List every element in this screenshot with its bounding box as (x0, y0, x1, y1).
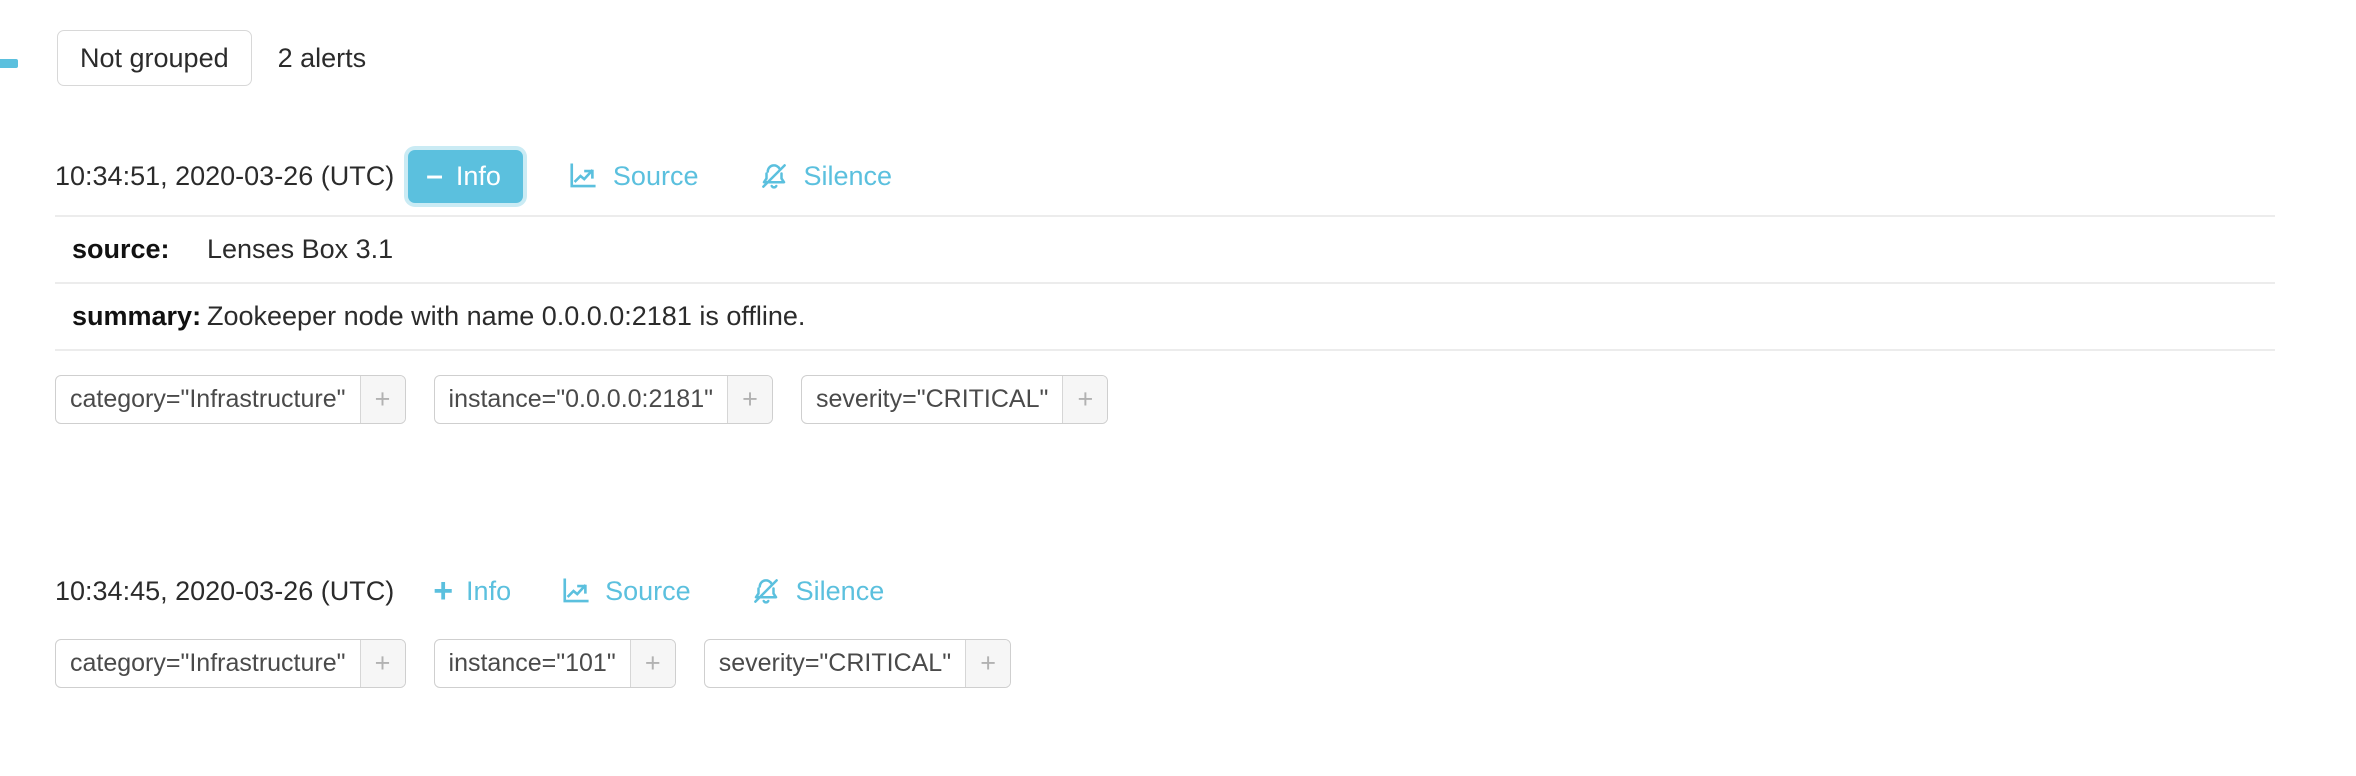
detail-value: Zookeeper node with name 0.0.0.0:2181 is… (207, 301, 806, 331)
detail-value: Lenses Box 3.1 (207, 234, 394, 264)
plus-icon: + (433, 572, 454, 610)
alert-header: 10:34:45, 2020-03-26 (UTC) + Info Source (0, 560, 2356, 622)
add-filter-icon[interactable]: + (1062, 376, 1108, 423)
source-link-label: Source (605, 575, 691, 606)
alert-header: 10:34:51, 2020-03-26 (UTC) – Info Source (0, 145, 2356, 207)
add-filter-icon[interactable]: + (965, 640, 1011, 687)
source-link-label: Source (612, 160, 699, 191)
minus-icon: – (426, 159, 443, 192)
chart-line-icon (560, 576, 591, 607)
label-chip-text: category="Infrastructure" (70, 649, 346, 677)
label-chip[interactable]: severity="CRITICAL" + (703, 639, 1012, 688)
silence-link-label: Silence (795, 575, 885, 606)
alert-item: 10:34:45, 2020-03-26 (UTC) + Info Source (0, 560, 2356, 688)
alert-details-table: source: Lenses Box 3.1 summary: Zookeepe… (55, 215, 2275, 351)
chart-line-icon (568, 161, 599, 192)
detail-key: source: (72, 234, 170, 264)
add-filter-icon[interactable]: + (727, 376, 772, 423)
alerts-page: Not grouped 2 alerts 10:34:51, 2020-03-2… (0, 0, 2356, 776)
alert-timestamp: 10:34:45, 2020-03-26 (UTC) (55, 575, 395, 606)
label-chip-text: instance="0.0.0.0:2181" (448, 385, 713, 413)
info-toggle-button[interactable]: – Info (408, 149, 523, 203)
add-filter-icon[interactable]: + (629, 640, 675, 687)
alert-labels: category="Infrastructure" + instance="0.… (0, 375, 2356, 424)
group-header: Not grouped 2 alerts (57, 30, 366, 86)
label-chip[interactable]: severity="CRITICAL" + (801, 375, 1109, 424)
label-chip[interactable]: instance="101" + (433, 639, 676, 688)
add-filter-icon[interactable]: + (359, 376, 405, 423)
detail-row: source: Lenses Box 3.1 (55, 217, 2275, 284)
source-link[interactable]: Source (560, 576, 691, 607)
silence-link[interactable]: Silence (758, 161, 892, 192)
info-toggle-label: Info (466, 575, 512, 606)
source-link[interactable]: Source (568, 160, 699, 192)
label-chip[interactable]: category="Infrastructure" + (55, 639, 406, 688)
add-filter-icon[interactable]: + (359, 640, 405, 687)
silence-link[interactable]: Silence (751, 575, 885, 607)
label-chip-text: instance="101" (448, 649, 616, 677)
label-chip-text: severity="CRITICAL" (816, 385, 1049, 413)
detail-key: summary: (72, 301, 202, 331)
alerts-count-label: 2 alerts (277, 42, 367, 73)
silence-link-label: Silence (803, 160, 893, 191)
label-chip[interactable]: category="Infrastructure" + (55, 375, 406, 424)
grouping-button[interactable]: Not grouped (57, 30, 252, 86)
bell-slash-icon (751, 576, 782, 607)
label-chip[interactable]: instance="0.0.0.0:2181" + (433, 375, 773, 424)
label-chip-text: category="Infrastructure" (70, 385, 346, 413)
alert-item: 10:34:51, 2020-03-26 (UTC) – Info Source (0, 145, 2356, 424)
alert-timestamp: 10:34:51, 2020-03-26 (UTC) (55, 160, 395, 191)
bell-slash-icon (758, 161, 789, 192)
info-toggle-button[interactable]: + Info (429, 568, 515, 614)
group-collapse-icon[interactable] (0, 59, 18, 68)
alert-labels: category="Infrastructure" + instance="10… (0, 639, 2356, 688)
info-toggle-label: Info (455, 160, 501, 191)
detail-row: summary: Zookeeper node with name 0.0.0.… (55, 284, 2275, 351)
label-chip-text: severity="CRITICAL" (718, 649, 952, 677)
